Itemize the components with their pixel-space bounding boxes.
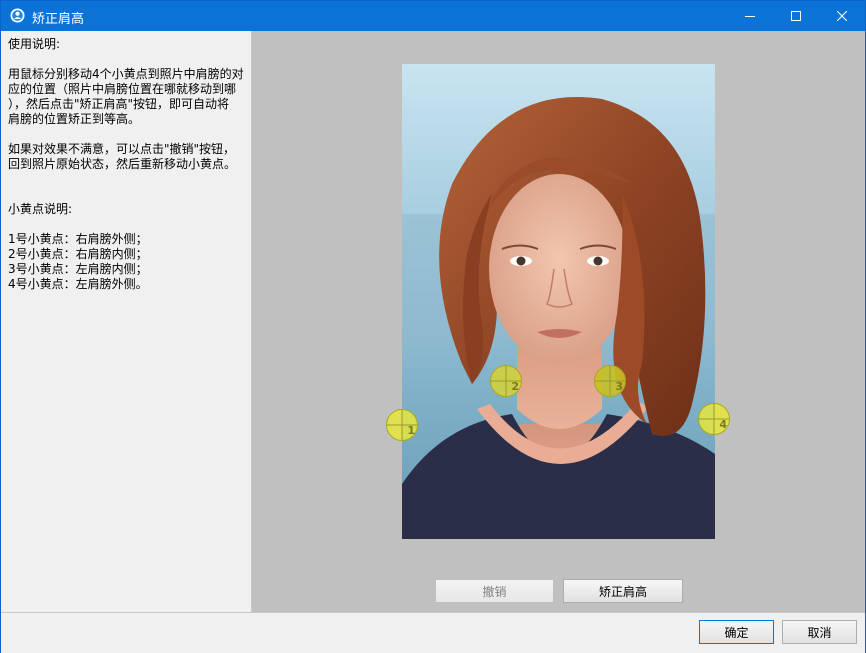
instructions-text: 使用说明: 用鼠标分别移动4个小黄点到照片中肩膀的对 应的位置（照片中肩膀位置在…: [8, 37, 248, 292]
instructions-paragraph-2: 如果对效果不满意，可以点击"撤销"按钮， 回到照片原始状态，然后重新移动小黄点。: [8, 142, 237, 171]
minimize-button[interactable]: [727, 1, 773, 31]
dots-heading: 小黄点说明:: [8, 202, 73, 216]
shoulder-correction-window: 矫正肩高 使用说明: 用鼠标分别移动4个小黄点到照片中肩膀的对 应的位置（照片中…: [0, 0, 866, 653]
window-title: 矫正肩高: [32, 12, 85, 27]
dialog-button-bar: 确定 取消: [1, 612, 865, 653]
shoulder-dot-1[interactable]: 1: [386, 409, 418, 441]
undo-button[interactable]: 撤销: [435, 579, 554, 603]
correct-shoulder-button[interactable]: 矫正肩高: [563, 579, 683, 603]
portrait-photo: [402, 64, 715, 539]
shoulder-dot-4[interactable]: 4: [698, 403, 730, 435]
dot-number-label: 2: [511, 380, 519, 393]
shoulder-dot-3[interactable]: 3: [594, 365, 626, 397]
app-logo-icon: [10, 8, 25, 23]
ok-button[interactable]: 确定: [699, 620, 774, 644]
maximize-icon: [791, 11, 801, 21]
minimize-icon: [745, 16, 755, 17]
dot-number-label: 4: [719, 418, 727, 431]
instructions-panel: 使用说明: 用鼠标分别移动4个小黄点到照片中肩膀的对 应的位置（照片中肩膀位置在…: [1, 31, 252, 612]
dots-description-list: 1号小黄点：右肩膀外侧； 2号小黄点：右肩膀内侧； 3号小黄点：左肩膀内侧； 4…: [8, 232, 148, 291]
maximize-button[interactable]: [773, 1, 819, 31]
cancel-button[interactable]: 取消: [782, 620, 857, 644]
title-bar[interactable]: 矫正肩高: [1, 1, 865, 31]
shoulder-dot-2[interactable]: 2: [490, 365, 522, 397]
dot-number-label: 1: [407, 424, 415, 437]
close-button[interactable]: [819, 1, 865, 31]
instructions-heading: 使用说明:: [8, 37, 61, 51]
instructions-paragraph-1: 用鼠标分别移动4个小黄点到照片中肩膀的对 应的位置（照片中肩膀位置在哪就移动到哪…: [8, 67, 244, 126]
photo-canvas[interactable]: 1 2 3 4 撤销 矫正肩高: [252, 31, 865, 612]
close-icon: [837, 11, 847, 21]
dot-number-label: 3: [615, 380, 623, 393]
